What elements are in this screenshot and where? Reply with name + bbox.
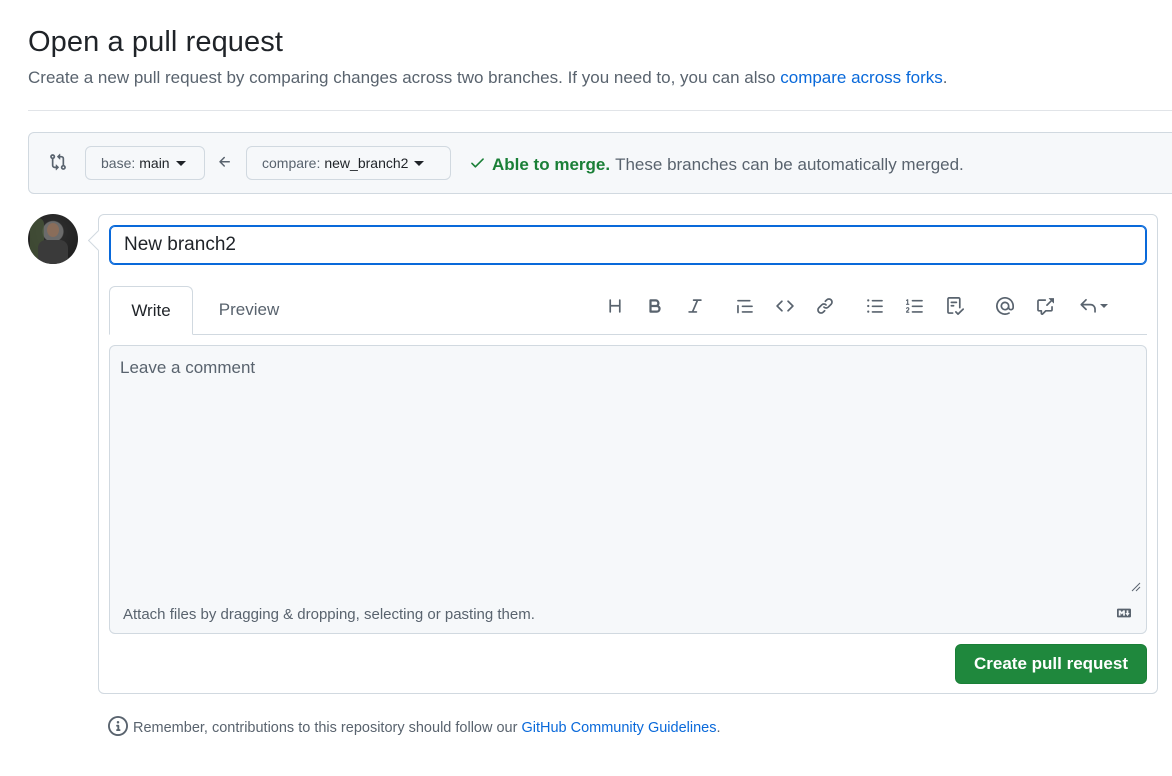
comment-textarea[interactable] bbox=[109, 345, 1147, 595]
compare-branch-button[interactable]: compare: new_branch2 bbox=[246, 146, 451, 180]
markdown-icon[interactable] bbox=[1114, 606, 1134, 624]
community-guidelines-note: Remember, contributions to this reposito… bbox=[108, 716, 721, 740]
bulleted-list-icon[interactable] bbox=[865, 296, 885, 316]
heading-icon[interactable] bbox=[605, 296, 625, 316]
compare-across-forks-link[interactable]: compare across forks bbox=[780, 68, 943, 87]
bold-icon[interactable] bbox=[645, 296, 665, 316]
merge-status-label: Able to merge. bbox=[492, 155, 611, 174]
attach-files-bar[interactable]: Attach files by dragging & dropping, sel… bbox=[109, 594, 1147, 634]
branch-range-bar: base: main compare: new_branch2 Able to … bbox=[28, 132, 1172, 194]
merge-status: Able to merge. These branches can be aut… bbox=[469, 154, 964, 176]
mention-icon[interactable] bbox=[995, 296, 1015, 316]
pr-title-input[interactable] bbox=[109, 225, 1147, 265]
caret-down-icon bbox=[414, 160, 425, 166]
caret-down-icon bbox=[175, 160, 186, 166]
saved-replies-icon[interactable] bbox=[1075, 296, 1111, 316]
avatar[interactable] bbox=[28, 214, 78, 264]
info-icon bbox=[108, 716, 128, 740]
compare-value: new_branch2 bbox=[324, 155, 409, 171]
cross-reference-icon[interactable] bbox=[1035, 296, 1055, 316]
header-divider bbox=[28, 110, 1172, 111]
check-icon bbox=[469, 154, 486, 176]
tab-preview[interactable]: Preview bbox=[209, 286, 289, 334]
pull-request-form: Write Preview Attach files by dragging &… bbox=[98, 214, 1158, 694]
tab-write[interactable]: Write bbox=[109, 286, 193, 335]
italic-icon[interactable] bbox=[685, 296, 705, 316]
numbered-list-icon[interactable] bbox=[905, 296, 925, 316]
compare-label: compare: bbox=[262, 155, 321, 171]
link-icon[interactable] bbox=[815, 296, 835, 316]
footer-note-end: . bbox=[716, 720, 721, 736]
attach-files-text: Attach files by dragging & dropping, sel… bbox=[123, 606, 535, 623]
subtitle-end: . bbox=[942, 68, 948, 87]
subtitle-text: Create a new pull request by comparing c… bbox=[28, 68, 776, 87]
quote-icon[interactable] bbox=[735, 296, 755, 316]
base-value: main bbox=[139, 155, 170, 171]
markdown-toolbar bbox=[605, 294, 1131, 318]
editor-tabs: Write Preview bbox=[109, 286, 1147, 335]
arrow-left-icon bbox=[217, 154, 233, 175]
code-icon[interactable] bbox=[775, 296, 795, 316]
task-list-icon[interactable] bbox=[945, 296, 965, 316]
page-title: Open a pull request bbox=[28, 26, 284, 58]
merge-status-message: These branches can be automatically merg… bbox=[615, 155, 964, 174]
base-branch-button[interactable]: base: main bbox=[85, 146, 205, 180]
base-label: base: bbox=[101, 155, 136, 171]
footer-note-text: Remember, contributions to this reposito… bbox=[133, 720, 518, 736]
community-guidelines-link[interactable]: GitHub Community Guidelines bbox=[521, 720, 716, 736]
git-compare-icon bbox=[49, 153, 67, 176]
page-subtitle: Create a new pull request by comparing c… bbox=[28, 68, 947, 88]
create-pull-request-button[interactable]: Create pull request bbox=[955, 644, 1147, 684]
